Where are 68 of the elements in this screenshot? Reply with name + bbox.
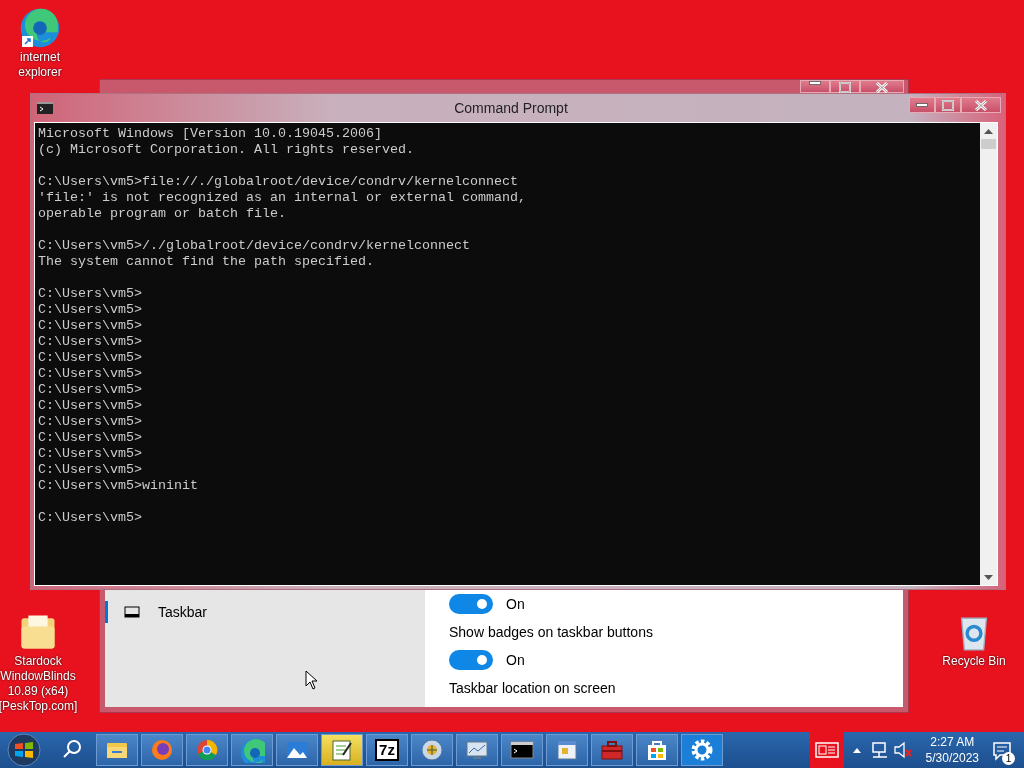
cursor-icon [305,670,318,690]
toggle-switch[interactable] [449,594,493,614]
newspaper-icon [814,741,839,759]
edge-icon[interactable] [18,6,62,50]
console-line: C:\Users\vm5>/./globalroot/device/condrv/kernelconnect [38,238,471,254]
console-line: C:\Users\vm5>wininit [38,478,199,494]
minimize-button[interactable] [909,97,935,113]
notification-count: 1 [1002,752,1015,765]
taskbar-button[interactable] [501,734,543,766]
news-button[interactable] [809,732,844,768]
console-line: C:\Users\vm5> [38,446,143,462]
icon-label[interactable]: Stardock WindowBlinds 10.89 (x64)[PeskTop.com] [0,654,78,714]
toggle-state-label: On [506,594,525,614]
console-line: C:\Users\vm5>file://./globalroot/device/condrv/kernelconnect [38,174,519,190]
minimize-icon [916,103,928,107]
scroll-down-icon[interactable] [984,574,993,580]
console-line: (c) Microsoft Corporation. All rights reserved. [38,142,415,158]
edge-icon [239,737,265,763]
settings-icon [689,737,715,763]
console-line: Microsoft Windows [Version 10.0.19045.2006] [38,126,383,142]
speaker-muted-icon[interactable] [892,741,913,759]
maximize-icon [941,99,955,111]
network-icon[interactable] [869,741,890,759]
console-line: C:\Users\vm5> [38,414,143,430]
maximize-button[interactable] [830,80,860,93]
toggle-switch[interactable] [449,650,493,670]
setting-label: Show badges on taskbar buttons [449,622,653,642]
maximize-button[interactable] [935,97,961,113]
console-line: C:\Users\vm5> [38,318,143,334]
window-icon [554,737,580,763]
firefox-icon [149,737,175,763]
terminal-icon [37,102,53,114]
setting-label: Taskbar location on screen [449,678,616,698]
scroll-up-icon[interactable] [984,128,993,134]
console-line: C:\Users\vm5> [38,302,143,318]
console-line: C:\Users\vm5> [38,430,143,446]
console-line: C:\Users\vm5> [38,462,143,478]
minimize-icon [809,81,821,85]
notification-button[interactable]: 1 [992,738,1012,762]
console-line: C:\Users\vm5> [38,510,143,526]
toggle-state-label: On [506,650,525,670]
globe-icon [419,737,445,763]
chrome-icon [194,737,220,763]
close-button[interactable] [961,97,1001,113]
taskbar-button[interactable]: 7z [366,734,408,766]
notepad-icon [329,737,355,763]
window-title: Command Prompt [453,98,569,118]
clock[interactable]: 2:27 AM 5/30/2023 [925,734,979,766]
console-line: C:\Users\vm5> [38,382,143,398]
icon-label[interactable]: internet explorer [0,50,80,80]
chat-icon [992,740,1012,761]
console-line: C:\Users\vm5> [38,350,143,366]
taskbar-button[interactable] [276,734,318,766]
close-button[interactable] [860,80,904,93]
close-icon [974,99,988,111]
console-line: The system cannot find the path specified. [38,254,375,270]
console-line: C:\Users\vm5> [38,286,143,302]
taskbar-button[interactable] [636,734,678,766]
close-icon [875,81,889,93]
scroll-thumb[interactable] [981,139,996,149]
minimize-button[interactable] [800,80,830,93]
taskbar-icon [124,605,140,619]
console-line: C:\Users\vm5> [38,334,143,350]
console-line: 'file:' is not recognized as an internal or external command, [38,190,527,206]
console-line: operable program or batch file. [38,206,287,222]
console-line: C:\Users\vm5> [38,398,143,414]
icon-label[interactable]: Recycle Bin [942,654,1006,669]
console-line: C:\Users\vm5> [38,366,143,382]
